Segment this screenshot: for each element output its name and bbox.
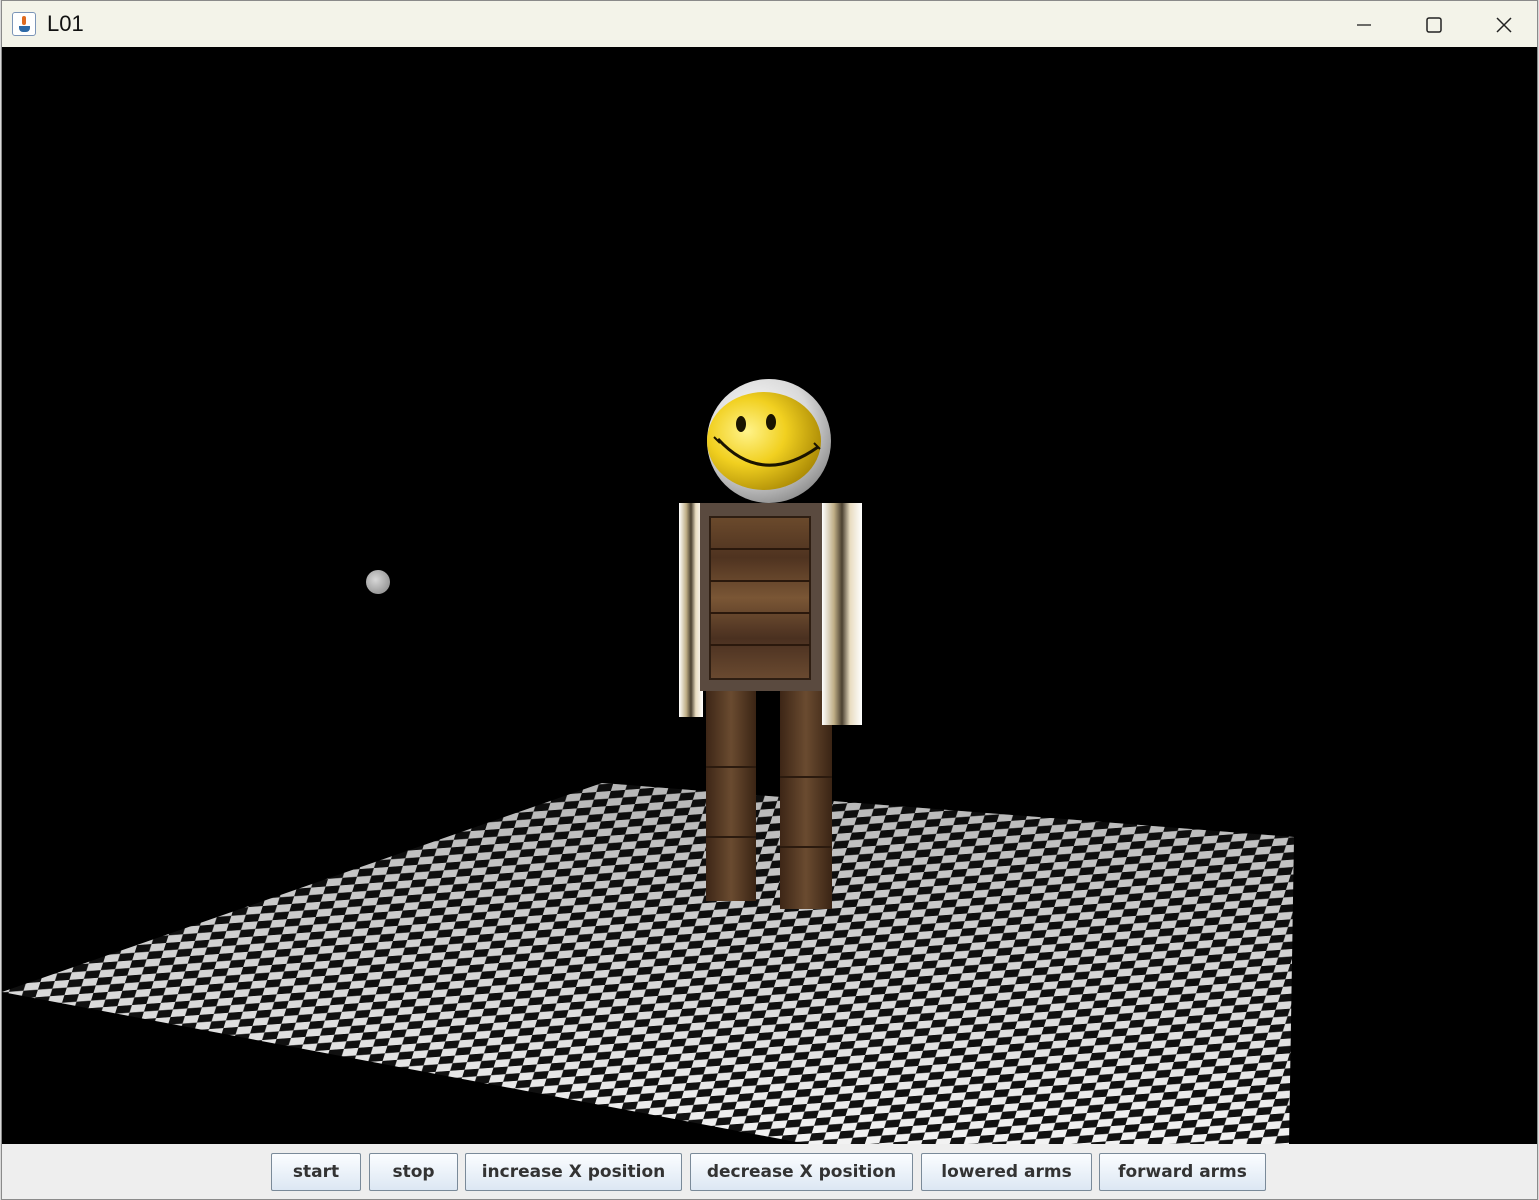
maximize-button[interactable] bbox=[1398, 1, 1468, 47]
left-leg bbox=[706, 687, 756, 901]
window-title: L01 bbox=[47, 11, 84, 36]
app-window: L01 start stop increase X position decre… bbox=[1, 0, 1538, 1200]
minimize-icon bbox=[1357, 24, 1371, 26]
3d-canvas[interactable] bbox=[2, 47, 1537, 1144]
light-sphere bbox=[366, 570, 390, 594]
title-bar[interactable]: L01 bbox=[2, 1, 1537, 47]
right-arm bbox=[822, 503, 862, 725]
forward-arms-button[interactable]: forward arms bbox=[1099, 1153, 1266, 1191]
checkerboard-floor bbox=[2, 783, 1294, 1144]
button-panel: start stop increase X position decrease … bbox=[2, 1144, 1537, 1199]
maximize-icon bbox=[1426, 17, 1442, 33]
left-arm bbox=[679, 503, 703, 717]
java-cup-icon bbox=[12, 12, 36, 36]
smiley-face-head bbox=[707, 379, 831, 503]
decrease-x-position-button[interactable]: decrease X position bbox=[690, 1153, 913, 1191]
3d-scene bbox=[2, 379, 1294, 1144]
increase-x-position-button[interactable]: increase X position bbox=[465, 1153, 682, 1191]
close-button[interactable] bbox=[1468, 1, 1537, 47]
minimize-button[interactable] bbox=[1328, 1, 1398, 47]
start-button[interactable]: start bbox=[271, 1153, 361, 1191]
stop-button[interactable]: stop bbox=[369, 1153, 458, 1191]
close-icon bbox=[1496, 17, 1512, 33]
lowered-arms-button[interactable]: lowered arms bbox=[921, 1153, 1092, 1191]
